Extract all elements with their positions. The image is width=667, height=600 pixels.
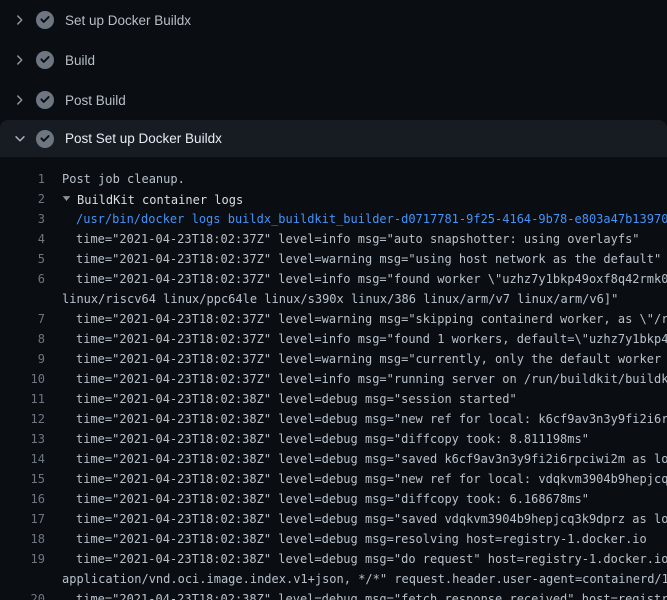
log-text: time="2021-04-23T18:02:38Z" level=debug … [45, 509, 667, 529]
log-line: 5time="2021-04-23T18:02:37Z" level=warni… [0, 249, 667, 269]
line-number [0, 569, 45, 589]
log-line: 20time="2021-04-23T18:02:38Z" level=debu… [0, 589, 667, 600]
log-line: 17time="2021-04-23T18:02:38Z" level=debu… [0, 509, 667, 529]
log-line: 8time="2021-04-23T18:02:37Z" level=info … [0, 329, 667, 349]
check-circle-icon [36, 91, 54, 109]
log-line: 7time="2021-04-23T18:02:37Z" level=warni… [0, 309, 667, 329]
line-number[interactable]: 3 [0, 209, 45, 229]
log-text: time="2021-04-23T18:02:38Z" level=debug … [45, 389, 517, 409]
actions-log-viewer: Set up Docker Buildx Build Post Build Post … [0, 0, 667, 600]
line-number[interactable]: 7 [0, 309, 45, 329]
chevron-right-icon[interactable] [12, 92, 28, 108]
line-number[interactable]: 2 [0, 189, 45, 209]
log-line: 16time="2021-04-23T18:02:38Z" level=debu… [0, 489, 667, 509]
log-text: time="2021-04-23T18:02:37Z" level=info m… [45, 269, 667, 289]
log-line: 12time="2021-04-23T18:02:38Z" level=debu… [0, 409, 667, 429]
log-line-continuation: application/vnd.oci.image.index.v1+json,… [0, 569, 667, 589]
log-text: time="2021-04-23T18:02:38Z" level=debug … [45, 449, 667, 469]
log-line: 10time="2021-04-23T18:02:37Z" level=info… [0, 369, 667, 389]
log-line: 4time="2021-04-23T18:02:37Z" level=info … [0, 229, 667, 249]
check-circle-icon [36, 11, 54, 29]
line-number[interactable]: 10 [0, 369, 45, 389]
log-text: time="2021-04-23T18:02:38Z" level=debug … [45, 529, 647, 549]
chevron-right-icon[interactable] [12, 52, 28, 68]
step-row-post-set-up-docker-buildx[interactable]: Post Set up Docker Buildx [0, 120, 667, 157]
log-text: time="2021-04-23T18:02:37Z" level=warnin… [45, 309, 667, 329]
log-line: 19time="2021-04-23T18:02:38Z" level=debu… [0, 549, 667, 569]
line-number[interactable]: 8 [0, 329, 45, 349]
log-text: time="2021-04-23T18:02:37Z" level=warnin… [45, 249, 661, 269]
step-label: Post Build [65, 93, 126, 108]
check-circle-icon [36, 130, 54, 148]
step-row-set-up-docker-buildx[interactable]: Set up Docker Buildx [0, 0, 667, 40]
line-number[interactable]: 12 [0, 409, 45, 429]
log-text: time="2021-04-23T18:02:38Z" level=debug … [45, 409, 667, 429]
line-number[interactable]: 13 [0, 429, 45, 449]
log-line: 18time="2021-04-23T18:02:38Z" level=debu… [0, 529, 667, 549]
check-circle-icon [36, 51, 54, 69]
log-line: 3/usr/bin/docker logs buildx_buildkit_bu… [0, 209, 667, 229]
log-text: time="2021-04-23T18:02:37Z" level=warnin… [45, 349, 667, 369]
step-label: Post Set up Docker Buildx [65, 131, 222, 146]
line-number[interactable]: 11 [0, 389, 45, 409]
log-text: time="2021-04-23T18:02:38Z" level=debug … [45, 489, 589, 509]
chevron-down-icon[interactable] [12, 131, 28, 147]
line-number[interactable]: 4 [0, 229, 45, 249]
log-line: 6time="2021-04-23T18:02:37Z" level=info … [0, 269, 667, 289]
line-number[interactable]: 6 [0, 269, 45, 289]
log-area: 1Post job cleanup.2 BuildKit container lo… [0, 157, 667, 600]
line-number[interactable]: 14 [0, 449, 45, 469]
log-text: time="2021-04-23T18:02:37Z" level=info m… [45, 369, 667, 389]
line-number[interactable]: 5 [0, 249, 45, 269]
line-number[interactable]: 19 [0, 549, 45, 569]
log-line: 1Post job cleanup. [0, 169, 667, 189]
line-number[interactable]: 20 [0, 589, 45, 600]
line-number[interactable]: 1 [0, 169, 45, 189]
log-text: time="2021-04-23T18:02:38Z" level=debug … [45, 429, 589, 449]
chevron-right-icon[interactable] [12, 12, 28, 28]
log-line: 14time="2021-04-23T18:02:38Z" level=debu… [0, 449, 667, 469]
step-row-post-build[interactable]: Post Build [0, 80, 667, 120]
log-line: 15time="2021-04-23T18:02:38Z" level=debu… [0, 469, 667, 489]
step-row-build[interactable]: Build [0, 40, 667, 80]
step-label: Build [65, 53, 95, 68]
line-number[interactable]: 15 [0, 469, 45, 489]
log-line: 13time="2021-04-23T18:02:38Z" level=debu… [0, 429, 667, 449]
log-group-toggle[interactable]: BuildKit container logs [45, 189, 243, 209]
log-line: 9time="2021-04-23T18:02:37Z" level=warni… [0, 349, 667, 369]
log-text: time="2021-04-23T18:02:38Z" level=debug … [45, 549, 667, 569]
log-text: Post job cleanup. [45, 169, 185, 189]
log-text: time="2021-04-23T18:02:37Z" level=info m… [45, 229, 640, 249]
line-number[interactable]: 18 [0, 529, 45, 549]
log-text: time="2021-04-23T18:02:38Z" level=debug … [45, 469, 667, 489]
log-group-label: BuildKit container logs [77, 193, 243, 207]
command-text: /usr/bin/docker logs buildx_buildkit_bui… [45, 209, 667, 229]
log-text: application/vnd.oci.image.index.v1+json,… [45, 569, 667, 589]
triangle-down-icon [62, 189, 71, 209]
step-label: Set up Docker Buildx [65, 13, 191, 28]
log-line: 2 BuildKit container logs [0, 189, 667, 209]
line-number[interactable]: 9 [0, 349, 45, 369]
steps-list: Set up Docker Buildx Build Post Build Post … [0, 0, 667, 157]
line-number[interactable]: 16 [0, 489, 45, 509]
log-text: time="2021-04-23T18:02:38Z" level=debug … [45, 589, 667, 600]
line-number [0, 289, 45, 309]
log-line: 11time="2021-04-23T18:02:38Z" level=debu… [0, 389, 667, 409]
log-text: linux/riscv64 linux/ppc64le linux/s390x … [45, 289, 618, 309]
log-line-continuation: linux/riscv64 linux/ppc64le linux/s390x … [0, 289, 667, 309]
line-number[interactable]: 17 [0, 509, 45, 529]
log-text: time="2021-04-23T18:02:37Z" level=info m… [45, 329, 667, 349]
